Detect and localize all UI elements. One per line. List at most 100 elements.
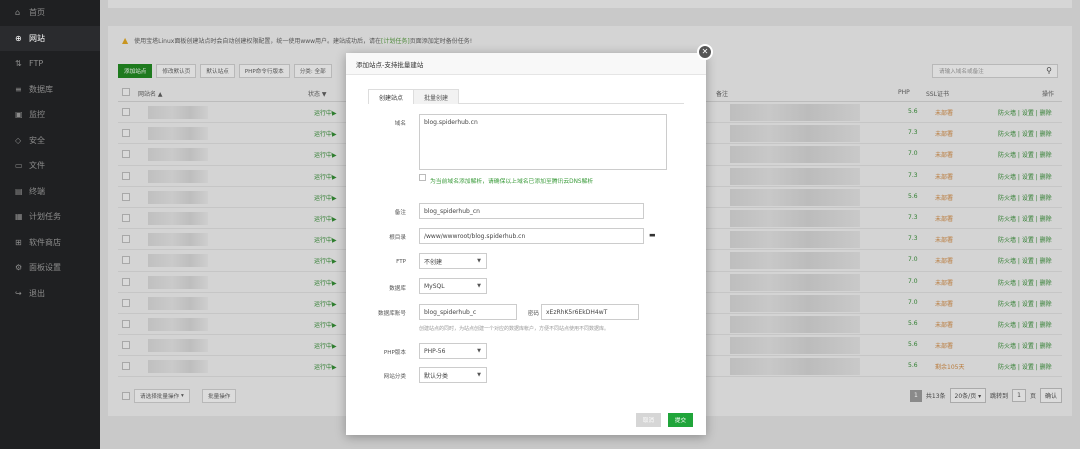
sidebar-item-4[interactable]: ▣ 监控 — [0, 102, 100, 128]
password-input[interactable]: xEzRhK5r6EkDH4wT — [541, 304, 639, 320]
row-status[interactable]: 运行中▶ — [314, 278, 337, 287]
row-checkbox[interactable] — [122, 150, 130, 159]
row-status[interactable]: 运行中▶ — [314, 299, 337, 308]
row-ssl[interactable]: 未部署 — [935, 129, 953, 138]
row-status[interactable]: 运行中▶ — [314, 256, 337, 265]
row-status[interactable]: 运行中▶ — [314, 150, 337, 159]
row-ssl[interactable]: 未部署 — [935, 150, 953, 159]
row-ops[interactable]: 防火墙 | 设置 | 删除 — [998, 150, 1052, 159]
row-status[interactable]: 运行中▶ — [314, 235, 337, 244]
row-status[interactable]: 运行中▶ — [314, 320, 337, 329]
row-checkbox[interactable] — [122, 341, 130, 350]
remark-input[interactable]: blog_spiderhub_cn — [419, 203, 644, 219]
row-ssl[interactable]: 未部署 — [935, 214, 953, 223]
footer-checkbox[interactable] — [122, 392, 130, 400]
root-input[interactable]: /www/wwwroot/blog.spiderhub.cn — [419, 228, 644, 244]
default-site-button[interactable]: 默认站点 — [200, 64, 235, 78]
category-select[interactable]: 分类: 全部 — [293, 64, 332, 78]
sidebar-item-1[interactable]: ⊕ 网站 — [0, 25, 100, 51]
row-ssl[interactable]: 未部署 — [935, 193, 953, 202]
row-ops[interactable]: 防火墙 | 设置 | 删除 — [998, 129, 1052, 138]
domain-textarea[interactable]: blog.spiderhub.cn — [419, 114, 667, 170]
row-ops[interactable]: 防火墙 | 设置 | 删除 — [998, 278, 1052, 287]
row-status[interactable]: 运行中▶ — [314, 362, 337, 371]
row-checkbox[interactable] — [122, 277, 130, 286]
sidebar-item-7[interactable]: ▤ 终端 — [0, 179, 100, 205]
row-ops[interactable]: 防火墙 | 设置 | 删除 — [998, 256, 1052, 265]
row-status[interactable]: 运行中▶ — [314, 129, 337, 138]
tab-batch-create[interactable]: 批量创建 — [413, 89, 460, 104]
row-ssl[interactable]: 未部署 — [935, 278, 953, 287]
row-ops[interactable]: 防火墙 | 设置 | 删除 — [998, 193, 1052, 202]
row-checkbox[interactable] — [122, 298, 130, 307]
sidebar-item-label: FTP — [29, 59, 44, 69]
row-ssl[interactable]: 未部署 — [935, 172, 953, 181]
row-ops[interactable]: 防火墙 | 设置 | 删除 — [998, 108, 1052, 117]
header-name[interactable]: 网站名 ▲ — [138, 89, 163, 98]
row-checkbox[interactable] — [122, 171, 130, 180]
row-ops[interactable]: 防火墙 | 设置 | 删除 — [998, 299, 1052, 308]
batch-button[interactable]: 批量操作 — [202, 389, 237, 403]
row-ssl[interactable]: 未部署 — [935, 108, 953, 117]
php-select[interactable]: PHP-56 ▼ — [419, 343, 487, 359]
row-ops[interactable]: 防火墙 | 设置 | 删除 — [998, 214, 1052, 223]
sidebar-item-9[interactable]: ⊞ 软件商店 — [0, 230, 100, 256]
sidebar-item-10[interactable]: ⚙ 面板设置 — [0, 255, 100, 281]
tab-create-site[interactable]: 创建站点 — [368, 89, 415, 104]
ftp-select[interactable]: 不创建 ▼ — [419, 253, 487, 269]
goto-confirm-button[interactable]: 确认 — [1039, 388, 1062, 403]
row-ops[interactable]: 防火墙 | 设置 | 删除 — [998, 341, 1052, 350]
row-ssl[interactable]: 未部署 — [935, 341, 953, 350]
search-icon[interactable]: ⚲ — [1046, 66, 1052, 75]
row-ops[interactable]: 防火墙 | 设置 | 删除 — [998, 235, 1052, 244]
row-checkbox[interactable] — [122, 319, 130, 328]
row-status[interactable]: 运行中▶ — [314, 108, 337, 117]
row-ssl[interactable]: 未部署 — [935, 235, 953, 244]
sidebar-item-2[interactable]: ⇅ FTP — [0, 51, 100, 77]
row-ssl[interactable]: 未部署 — [935, 256, 953, 265]
sidebar-item-3[interactable]: ≡ 数据库 — [0, 77, 100, 103]
batch-select[interactable]: 请选择批量操作 ▾ — [134, 389, 190, 403]
row-checkbox[interactable] — [122, 256, 130, 265]
row-ops[interactable]: 防火墙 | 设置 | 删除 — [998, 172, 1052, 181]
page-current[interactable]: 1 — [909, 389, 922, 402]
row-checkbox[interactable] — [122, 213, 130, 222]
sidebar-item-0[interactable]: ⌂ 首页 — [0, 0, 100, 26]
row-ssl[interactable]: 剩余105天 — [935, 362, 964, 371]
row-checkbox[interactable] — [122, 362, 130, 371]
row-checkbox[interactable] — [122, 108, 130, 116]
php-cli-button[interactable]: PHP命令行版本 — [238, 64, 290, 78]
close-icon[interactable]: ✕ — [697, 44, 713, 60]
per-page-select[interactable]: 20条/页 ▾ — [949, 388, 987, 403]
submit-button[interactable]: 提交 — [668, 413, 693, 427]
sidebar-item-5[interactable]: ◇ 安全 — [0, 128, 100, 154]
row-checkbox[interactable] — [122, 129, 130, 138]
row-ops[interactable]: 防火墙 | 设置 | 删除 — [998, 320, 1052, 329]
sidebar-item-8[interactable]: ▦ 计划任务 — [0, 204, 100, 230]
row-status[interactable]: 运行中▶ — [314, 172, 337, 181]
cancel-button[interactable]: 取消 — [636, 413, 661, 427]
goto-input[interactable]: 1 — [1012, 389, 1026, 402]
row-ssl[interactable]: 未部署 — [935, 320, 953, 329]
row-status[interactable]: 运行中▶ — [314, 193, 337, 202]
category-select[interactable]: 默认分类 ▼ — [419, 367, 487, 383]
select-all-checkbox[interactable] — [122, 88, 130, 96]
row-status[interactable]: 运行中▶ — [314, 214, 337, 223]
row-ssl[interactable]: 未部署 — [935, 299, 953, 308]
folder-icon[interactable]: ▬ — [649, 231, 656, 239]
root-label: 根目录 — [389, 235, 406, 241]
add-site-button[interactable]: 添加站点 — [118, 64, 153, 78]
default-page-button[interactable]: 修改默认页 — [156, 64, 197, 78]
db-select[interactable]: MySQL ▼ — [419, 278, 487, 294]
search-input[interactable]: 请输入域名或备注 ⚲ — [932, 64, 1058, 78]
row-status[interactable]: 运行中▶ — [314, 341, 337, 350]
row-ops[interactable]: 防火墙 | 设置 | 删除 — [998, 362, 1052, 371]
row-checkbox[interactable] — [122, 192, 130, 201]
sidebar-item-6[interactable]: ▭ 文件 — [0, 153, 100, 179]
dns-checkbox[interactable] — [419, 174, 426, 181]
row-checkbox[interactable] — [122, 235, 130, 244]
header-status[interactable]: 状态 ▼ — [308, 89, 327, 98]
sidebar-item-11[interactable]: ↪ 退出 — [0, 281, 100, 307]
notice-link[interactable]: [计划任务] — [381, 36, 410, 45]
dns-hint[interactable]: 为当前域名添加解析，请确保以上域名已添加至腾讯云DNS解析 — [419, 174, 593, 185]
